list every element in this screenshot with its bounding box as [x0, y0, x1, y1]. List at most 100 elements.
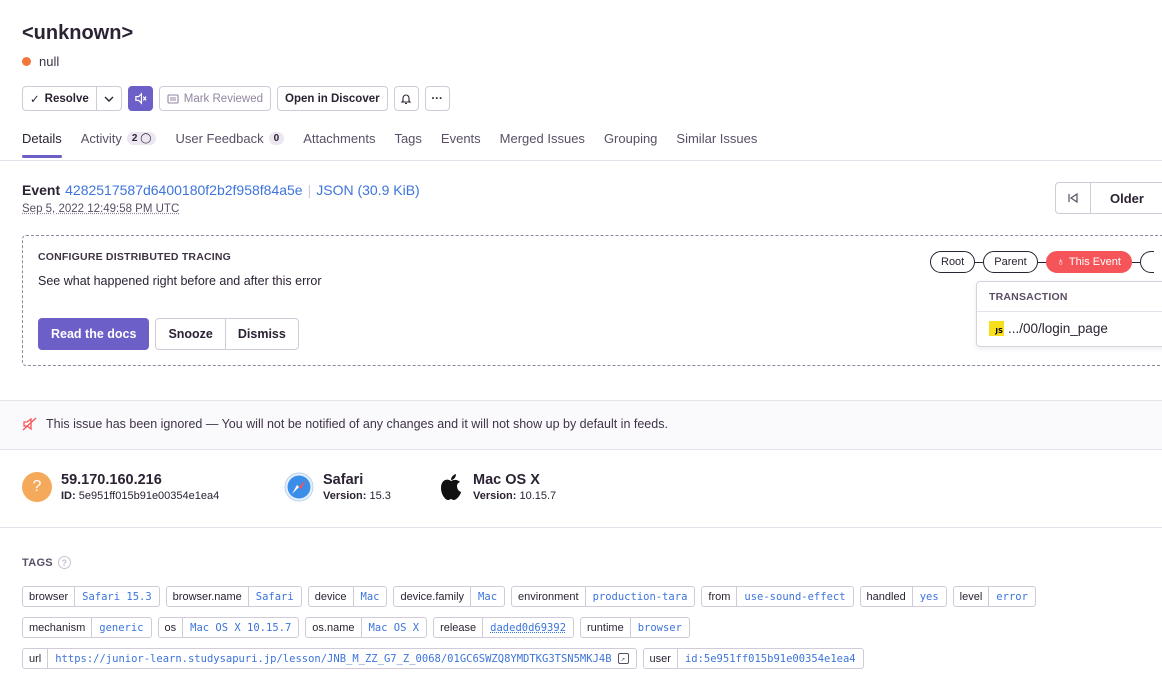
tag-key: handled [861, 587, 913, 606]
tag-runtime[interactable]: runtime browser [580, 617, 690, 638]
crumb-next[interactable] [1139, 251, 1154, 273]
mark-reviewed-button[interactable]: Mark Reviewed [158, 86, 271, 111]
javascript-icon: JS [989, 321, 1004, 336]
tag-device[interactable]: device Mac [307, 586, 388, 607]
tag-key: os.name [306, 618, 362, 637]
tab-similar-issues[interactable]: Similar Issues [676, 131, 757, 158]
tracing-buttons: Read the docs Snooze Dismiss [38, 318, 299, 350]
tag-key: from [702, 587, 738, 606]
tag-value[interactable]: error [989, 587, 1035, 606]
crumb-parent[interactable]: Parent [983, 251, 1038, 273]
user-id-label: ID: [61, 490, 76, 502]
event-label: Event [22, 182, 61, 198]
tag-value-container[interactable]: https://junior-learn.studysapuri.jp/less… [48, 649, 635, 668]
tag-value[interactable]: Safari [249, 587, 301, 606]
resolve-dropdown-button[interactable] [96, 86, 122, 111]
tag-user[interactable]: user id:5e951ff015b91e00354e1ea4 [642, 648, 864, 669]
tab-merged-issues[interactable]: Merged Issues [500, 131, 585, 158]
tag-row-1: browser Safari 15.3 browser.name Safari de… [22, 586, 1036, 607]
tag-os[interactable]: os Mac OS X 10.15.7 [157, 617, 300, 638]
subscribe-button[interactable] [393, 86, 419, 111]
tag-value[interactable]: Mac [471, 587, 504, 606]
tag-value[interactable]: Mac OS X 10.15.7 [183, 618, 298, 637]
issue-tabs: Details Activity 2 ◯ User Feedback 0 Att… [22, 131, 757, 158]
tag-value[interactable]: Safari 15.3 [75, 587, 159, 606]
tag-device-family[interactable]: device.family Mac [393, 586, 506, 607]
read-the-docs-button[interactable]: Read the docs [38, 318, 150, 350]
tab-user-feedback-label: User Feedback [175, 131, 264, 146]
os-version-line: Version: 10.15.7 [473, 490, 556, 502]
tag-key: level [954, 587, 990, 606]
tag-level[interactable]: level error [952, 586, 1036, 607]
tag-value[interactable]: use-sound-effect [737, 587, 852, 606]
tag-value[interactable]: browser [631, 618, 689, 637]
transaction-row[interactable]: JS .../00/login_page [977, 312, 1162, 345]
tag-value[interactable]: daded0d69392 [483, 618, 573, 637]
event-id-link[interactable]: 4282517587d6400180f2b2f958f84a5e [65, 182, 302, 198]
tag-value[interactable]: id:5e951ff015b91e00354e1ea4 [678, 649, 863, 668]
ellipsis-icon: ··· [431, 92, 443, 105]
feedback-count-badge: 0 [268, 132, 285, 145]
tag-value[interactable]: production-tara [586, 587, 695, 606]
tracing-description: See what happened right before and after… [38, 274, 322, 288]
tag-os-name[interactable]: os.name Mac OS X [305, 617, 428, 638]
browser-version: 15.3 [369, 490, 391, 502]
inbox-icon [167, 93, 179, 104]
event-header: Event 4282517587d6400180f2b2f958f84a5e |… [22, 182, 420, 198]
open-in-discover-button[interactable]: Open in Discover [277, 86, 388, 111]
resolve-label: Resolve [44, 92, 89, 105]
tab-tags[interactable]: Tags [394, 131, 421, 158]
tab-events[interactable]: Events [441, 131, 481, 158]
apple-icon [441, 474, 461, 500]
tab-details[interactable]: Details [22, 131, 62, 158]
tab-grouping[interactable]: Grouping [604, 131, 657, 158]
mute-icon [135, 92, 147, 105]
issue-title: <unknown> [22, 22, 134, 44]
crumb-this-event[interactable]: ♁ This Event [1045, 251, 1132, 273]
tab-attachments-label: Attachments [303, 131, 376, 146]
comment-icon: ◯ [140, 133, 152, 144]
tag-value[interactable]: Mac [354, 587, 387, 606]
more-actions-button[interactable]: ··· [424, 86, 450, 111]
user-avatar: ? [22, 472, 52, 502]
oldest-event-button[interactable] [1056, 183, 1091, 213]
bell-icon [400, 94, 412, 104]
event-date: Sep 5, 2022 12:49:58 PM UTC [22, 203, 180, 215]
tag-url[interactable]: url https://junior-learn.studysapuri.jp/… [22, 648, 637, 669]
tag-browser[interactable]: browser Safari 15.3 [22, 586, 160, 607]
event-json-link[interactable]: JSON (30.9 KiB) [316, 182, 419, 198]
tab-activity[interactable]: Activity 2 ◯ [81, 131, 157, 158]
tab-details-label: Details [22, 131, 62, 146]
issue-subtitle: null [22, 54, 59, 69]
older-event-button[interactable]: Older [1091, 183, 1162, 213]
tag-key: device [309, 587, 354, 606]
crumb-connector [1131, 261, 1140, 263]
transaction-heading: TRANSACTION [977, 282, 1162, 312]
first-page-icon [1068, 192, 1078, 204]
dismiss-button[interactable]: Dismiss [225, 318, 299, 350]
tag-value[interactable]: yes [913, 587, 946, 606]
mute-icon [22, 417, 37, 431]
tag-handled[interactable]: handled yes [859, 586, 947, 607]
check-icon: ✓ [30, 93, 40, 106]
context-divider [0, 527, 1162, 528]
ignored-notice-text: This issue has been ignored — You will n… [46, 417, 668, 431]
tag-environment[interactable]: environment production-tara [511, 586, 696, 607]
tag-key: runtime [581, 618, 631, 637]
tag-value[interactable]: generic [92, 618, 150, 637]
help-icon[interactable]: ? [57, 556, 71, 569]
external-link-icon[interactable]: ↗ [617, 653, 629, 664]
tag-release[interactable]: release daded0d69392 [433, 617, 575, 638]
crumb-root[interactable]: Root [930, 251, 976, 273]
tab-user-feedback[interactable]: User Feedback 0 [175, 131, 285, 158]
tracing-heading: CONFIGURE DISTRIBUTED TRACING [38, 251, 232, 263]
os-name: Mac OS X [473, 472, 540, 488]
tag-browser-name[interactable]: browser.name Safari [165, 586, 302, 607]
ignore-button[interactable] [127, 86, 153, 111]
resolve-button[interactable]: ✓ Resolve [22, 86, 97, 111]
tag-value[interactable]: Mac OS X [362, 618, 427, 637]
tab-attachments[interactable]: Attachments [303, 131, 375, 158]
snooze-button[interactable]: Snooze [155, 318, 226, 350]
tag-mechanism[interactable]: mechanism generic [22, 617, 152, 638]
tag-from[interactable]: from use-sound-effect [701, 586, 854, 607]
